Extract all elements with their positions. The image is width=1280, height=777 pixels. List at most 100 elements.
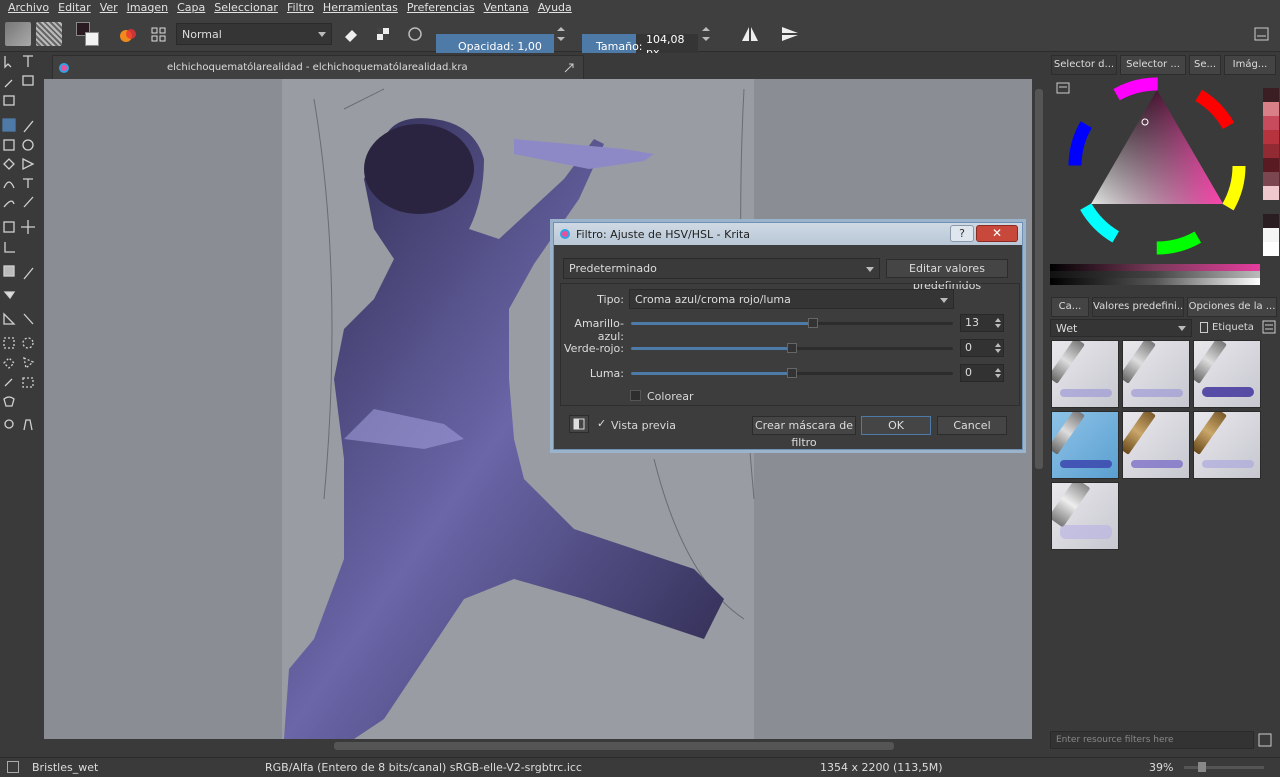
- alpha-lock-icon[interactable]: [372, 22, 394, 46]
- colorize-checkbox[interactable]: [630, 390, 641, 401]
- brush-toolbar: Normal Opacidad: 1,00 Tamaño: 104,08 px: [0, 14, 1280, 59]
- help-button[interactable]: ?: [950, 225, 974, 242]
- preset-tag-select[interactable]: Wet: [1050, 319, 1192, 337]
- mirror-horizontal-icon[interactable]: [738, 22, 762, 46]
- tab-tool-options[interactable]: Opciones de la ...: [1187, 297, 1277, 317]
- green-red-handle[interactable]: [787, 343, 797, 353]
- menu-seleccionar[interactable]: Seleccionar: [214, 1, 278, 14]
- menu-capa[interactable]: Capa: [177, 1, 205, 14]
- workspace-grid-icon[interactable]: [148, 22, 170, 46]
- chevron-down-icon: [318, 32, 326, 37]
- menu-filtro[interactable]: Filtro: [287, 1, 314, 14]
- blend-mode-select[interactable]: Normal: [176, 23, 332, 45]
- right-dock: Selector d... Selector ... Se... Imág...: [1048, 52, 1280, 757]
- yellow-blue-fill: [631, 322, 813, 325]
- preset-tag-value: Wet: [1056, 321, 1078, 335]
- type-value: Croma azul/croma rojo/luma: [635, 292, 791, 306]
- preset-view-icon[interactable]: [1262, 320, 1276, 334]
- green-red-value: 0: [965, 341, 972, 354]
- tag-button[interactable]: Etiqueta: [1198, 319, 1260, 337]
- preset-value: Predeterminado: [569, 262, 657, 275]
- document-tab[interactable]: elchichoquematólarealidad - elchichoquem…: [52, 55, 584, 79]
- brush-preset-3[interactable]: [1193, 340, 1261, 408]
- dialog-title: Filtro: Ajuste de HSV/HSL - Krita: [576, 227, 750, 241]
- menu-ver[interactable]: Ver: [100, 1, 118, 14]
- pattern-preset-button[interactable]: [36, 22, 62, 46]
- horizontal-scroll-thumb[interactable]: [334, 742, 894, 750]
- opacity-label: Opacidad:: [458, 39, 514, 53]
- dock-toggle-icon[interactable]: [1252, 22, 1272, 46]
- gradient-preset-button[interactable]: [5, 22, 31, 46]
- menu-imagen[interactable]: Imagen: [127, 1, 168, 14]
- eraser-icon[interactable]: [340, 22, 362, 46]
- color-wheel[interactable]: [1060, 72, 1260, 272]
- brush-preset-2[interactable]: [1122, 340, 1190, 408]
- slider-label-green-red: Verde-rojo:: [564, 342, 624, 355]
- menubar: Archivo Editar Ver Imagen Capa Seleccion…: [0, 0, 1280, 14]
- dialog-titlebar[interactable]: Filtro: Ajuste de HSV/HSL - Krita ? ✕: [554, 223, 1022, 245]
- zoom-level: 39%: [1149, 761, 1174, 774]
- green-red-spinbox[interactable]: 0: [960, 339, 1004, 357]
- vertical-scroll-thumb[interactable]: [1035, 89, 1043, 469]
- recent-colors-strip[interactable]: [1263, 88, 1279, 288]
- filter-options-icon[interactable]: [1258, 733, 1272, 747]
- yellow-blue-spinbox[interactable]: 13: [960, 314, 1004, 332]
- brush-preset-bristles-wet[interactable]: [1051, 411, 1119, 479]
- menu-preferencias[interactable]: Preferencias: [407, 1, 475, 14]
- brush-preset-6[interactable]: [1193, 411, 1261, 479]
- green-red-slider[interactable]: [631, 343, 953, 353]
- menu-editar[interactable]: Editar: [58, 1, 91, 14]
- hsv-filter-dialog: Filtro: Ajuste de HSV/HSL - Krita ? ✕ Pr…: [553, 222, 1023, 450]
- luma-handle[interactable]: [787, 368, 797, 378]
- type-select[interactable]: Croma azul/croma rojo/luma: [629, 289, 954, 309]
- cancel-button[interactable]: Cancel: [937, 416, 1007, 435]
- preset-select[interactable]: Predeterminado: [563, 258, 880, 279]
- tab-close-icon[interactable]: [563, 62, 575, 74]
- tab-brush-presets[interactable]: Valores predefini...: [1092, 297, 1184, 317]
- chevron-down-icon: [866, 267, 874, 272]
- brush-presets-icon[interactable]: [116, 22, 140, 46]
- brush-preset-1[interactable]: [1051, 340, 1119, 408]
- yellow-blue-slider[interactable]: [631, 318, 953, 328]
- menu-herramientas[interactable]: Herramientas: [323, 1, 398, 14]
- current-brush-name: Bristles_wet: [32, 761, 99, 774]
- horizontal-scrollbar[interactable]: [44, 739, 1032, 753]
- menu-ayuda[interactable]: Ayuda: [538, 1, 572, 14]
- yellow-blue-handle[interactable]: [807, 318, 818, 328]
- menu-archivo[interactable]: Archivo: [8, 1, 49, 14]
- create-filter-mask-button[interactable]: Crear máscara de filtro: [752, 416, 856, 449]
- menu-ventana[interactable]: Ventana: [484, 1, 529, 14]
- luma-spinbox[interactable]: 0: [960, 364, 1004, 382]
- color-swatch-button[interactable]: [76, 22, 100, 46]
- chevron-down-icon: [1178, 326, 1186, 331]
- zoom-slider[interactable]: [1184, 762, 1264, 772]
- slider-label-yellow-blue: Amarillo-azul:: [574, 317, 624, 343]
- preview-checkbox[interactable]: ✓: [597, 417, 606, 430]
- opacity-spin-arrows[interactable]: [555, 22, 567, 46]
- reload-preset-icon[interactable]: [404, 22, 426, 46]
- yellow-blue-value: 13: [965, 316, 979, 329]
- vertical-scrollbar[interactable]: [1032, 79, 1046, 739]
- shade-selector[interactable]: [1050, 264, 1260, 286]
- document-tab-bar: elchichoquematólarealidad - elchichoquem…: [44, 53, 1044, 79]
- tag-label: Etiqueta: [1212, 322, 1254, 333]
- brush-status-icon: [7, 761, 19, 773]
- edit-presets-button[interactable]: Editar valores predefinidos: [886, 259, 1008, 292]
- close-button[interactable]: ✕: [976, 225, 1018, 242]
- size-spin-arrows[interactable]: [700, 22, 712, 46]
- split-preview-icon[interactable]: [569, 415, 589, 433]
- luma-slider[interactable]: [631, 368, 953, 378]
- brush-preset-7[interactable]: [1051, 482, 1119, 550]
- zoom-slider-handle[interactable]: [1198, 762, 1206, 772]
- opacity-value: 1,00: [517, 39, 542, 53]
- image-dimensions: 1354 x 2200 (113,5M): [820, 761, 943, 774]
- mirror-vertical-icon[interactable]: [778, 22, 802, 46]
- resource-filter-input[interactable]: Enter resource filters here: [1050, 731, 1254, 749]
- green-red-fill: [631, 347, 792, 350]
- type-label: Tipo:: [597, 293, 624, 306]
- tab-ca[interactable]: Ca...: [1051, 297, 1089, 317]
- brush-preset-5[interactable]: [1122, 411, 1190, 479]
- tag-icon: [1200, 322, 1208, 333]
- ok-button[interactable]: OK: [861, 416, 931, 435]
- preview-label: Vista previa: [611, 419, 676, 432]
